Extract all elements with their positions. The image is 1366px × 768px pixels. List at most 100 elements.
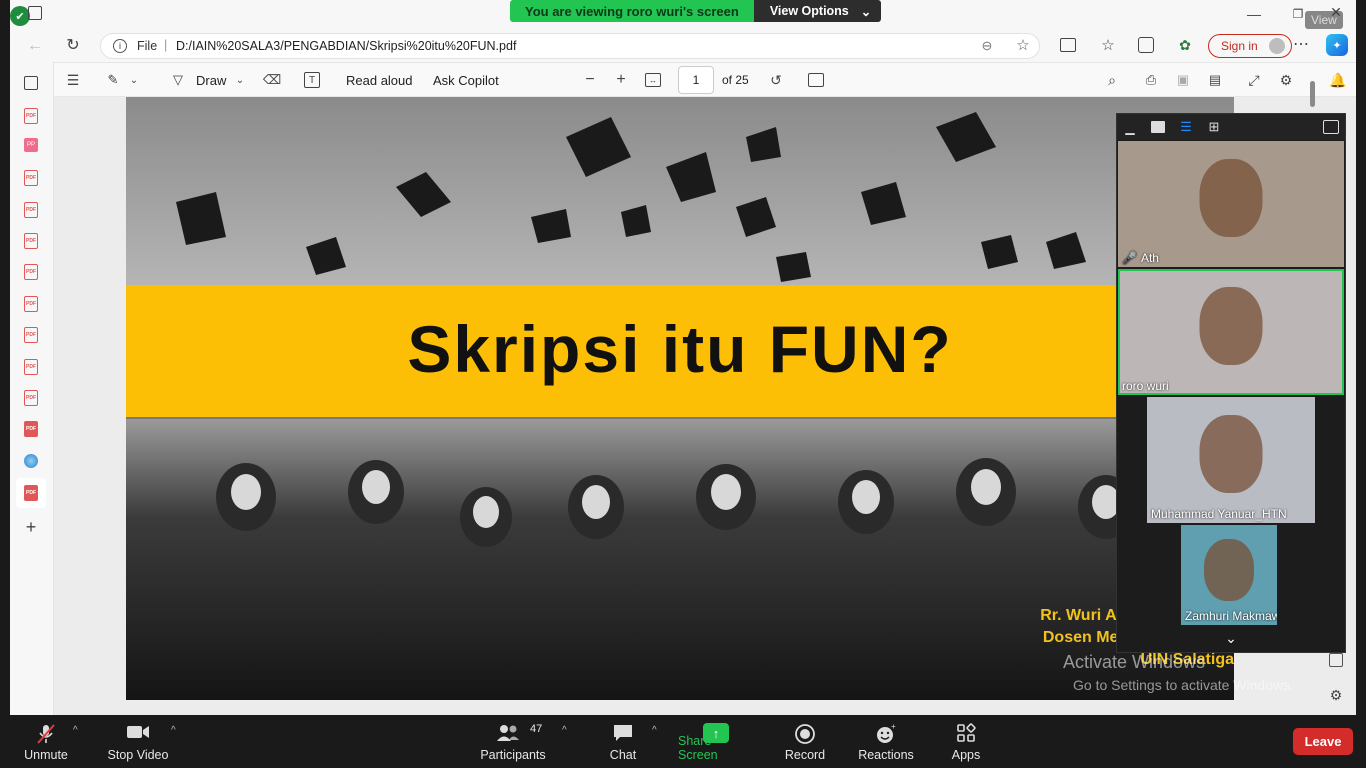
participants-options-chevron-icon[interactable]: ^: [562, 725, 567, 736]
audio-options-chevron-icon[interactable]: ^: [73, 725, 78, 736]
draw-icon[interactable]: ▽: [170, 72, 186, 88]
notifications-bell-icon[interactable]: 🔔: [1329, 72, 1346, 88]
sidebar-settings-icon[interactable]: ⚙: [1328, 687, 1344, 703]
active-tab[interactable]: PDF: [16, 478, 46, 508]
participant-video-tile[interactable]: Zamhuri Makmawi HTN 22: [1181, 525, 1277, 625]
participant-video-tile[interactable]: Muhammad Yanuar_HTN: [1147, 397, 1315, 523]
participant-video-tile[interactable]: 🎤 Ath: [1118, 141, 1344, 267]
pdf-tab-icon[interactable]: PDF: [24, 327, 38, 343]
print-icon[interactable]: ⎙: [1143, 72, 1159, 88]
view-options-button[interactable]: View Options ⌄: [753, 0, 882, 22]
ask-copilot-button[interactable]: Ask Copilot: [433, 73, 499, 88]
apps-grid-icon: [957, 723, 976, 742]
record-button[interactable]: Record: [782, 715, 828, 768]
tab-panel-icon[interactable]: [24, 76, 38, 90]
minimize-video-icon[interactable]: ▁: [1123, 121, 1137, 135]
tab-actions-icon[interactable]: [28, 6, 42, 20]
view-button[interactable]: View: [1305, 11, 1343, 29]
unmute-button[interactable]: Unmute: [18, 715, 74, 768]
participant-video-tile[interactable]: roro wuri: [1118, 269, 1344, 395]
share-screen-button[interactable]: ↑ Share Screen: [678, 715, 754, 768]
pdf-tab-icon[interactable]: PDF: [24, 108, 38, 124]
page-view-icon[interactable]: [808, 73, 824, 87]
pdf-tab-icon[interactable]: PDF: [24, 359, 38, 375]
video-options-chevron-icon[interactable]: ^: [171, 725, 176, 736]
participant-video-feed: [1199, 158, 1263, 237]
eraser-icon[interactable]: ⌫: [263, 72, 281, 88]
settings-gear-icon[interactable]: ⚙: [1278, 72, 1294, 88]
participant-name: Zamhuri Makmawi HTN 22: [1185, 609, 1277, 623]
signin-button[interactable]: Sign in: [1208, 34, 1292, 58]
share-banner: You are viewing roro wuri's screen View …: [510, 0, 882, 22]
stop-video-button[interactable]: Stop Video: [104, 715, 172, 768]
chat-button[interactable]: Chat: [604, 715, 642, 768]
page-number-input[interactable]: 1: [678, 66, 714, 94]
restore-icon[interactable]: ❐: [1290, 6, 1306, 22]
participant-name-label: Muhammad Yanuar_HTN: [1151, 507, 1287, 521]
sidebar-toggle-icon[interactable]: [1329, 653, 1343, 667]
edge-tab-icon[interactable]: [24, 454, 38, 468]
url-field[interactable]: i File | D:/IAIN%20SALA3/PENGABDIAN/Skri…: [100, 33, 1040, 59]
gallery-toolbar: ▁ ☰ ⊞: [1117, 114, 1345, 140]
info-icon[interactable]: i: [113, 39, 127, 53]
muted-microphone-icon: 🎤: [1122, 251, 1137, 265]
chevron-down-icon: ⌄: [860, 5, 872, 19]
tab-favicon-icon[interactable]: PP: [24, 138, 38, 152]
search-icon[interactable]: ⌕: [1104, 72, 1120, 88]
gallery-view-icon[interactable]: ⊞: [1207, 119, 1221, 134]
zoom-out-button[interactable]: −: [582, 71, 598, 88]
chat-options-chevron-icon[interactable]: ^: [652, 725, 657, 736]
fit-width-icon[interactable]: ↔: [645, 73, 661, 87]
pdf-tab-icon[interactable]: PDF: [24, 264, 38, 280]
shield-check-icon[interactable]: ✔: [10, 6, 30, 26]
refresh-icon[interactable]: ↻: [64, 36, 82, 54]
reactions-smiley-icon: +: [877, 723, 896, 743]
reactions-button[interactable]: + Reactions: [856, 715, 916, 768]
copilot-icon[interactable]: ✦: [1326, 34, 1348, 56]
participant-name-label: roro wuri: [1122, 379, 1169, 393]
draw-chevron-icon[interactable]: ⌄: [234, 74, 246, 86]
pdf-tab-icon[interactable]: PDF: [24, 296, 38, 312]
record-label: Record: [784, 748, 826, 762]
fullscreen-icon[interactable]: ⤢: [1246, 72, 1262, 88]
pdf-tab-icon[interactable]: PDF: [24, 170, 38, 186]
split-screen-icon[interactable]: [1060, 38, 1076, 52]
save-icon[interactable]: ▣: [1175, 72, 1191, 88]
view-options-label: View Options: [769, 4, 849, 18]
contents-list-icon[interactable]: ☰: [65, 72, 81, 88]
zoom-out-icon[interactable]: ⊖: [979, 38, 995, 54]
pop-out-icon[interactable]: [1323, 120, 1339, 134]
collections-icon[interactable]: [1138, 37, 1154, 53]
favorites-icon[interactable]: ☆: [1099, 36, 1117, 54]
reactions-label: Reactions: [858, 748, 914, 762]
participants-button[interactable]: 47 Participants: [478, 715, 548, 768]
new-tab-plus-icon[interactable]: +: [22, 517, 40, 537]
highlight-icon[interactable]: ✎: [105, 72, 121, 88]
read-aloud-button[interactable]: Read aloud: [346, 73, 413, 88]
zoom-in-button[interactable]: +: [613, 71, 629, 88]
pdf-tab-icon[interactable]: PDF: [24, 421, 38, 437]
back-arrow-icon[interactable]: ←: [26, 37, 44, 55]
scroll-down-chevron-icon[interactable]: ⌄: [1223, 630, 1239, 646]
apps-button[interactable]: Apps: [948, 715, 984, 768]
speaker-view-icon[interactable]: [1151, 121, 1165, 133]
scrollbar-thumb[interactable]: [1310, 81, 1315, 107]
pdf-tab-icon[interactable]: PDF: [24, 233, 38, 249]
strip-view-icon[interactable]: ☰: [1179, 119, 1193, 134]
leave-button[interactable]: Leave: [1293, 728, 1353, 755]
participants-count: 47: [530, 723, 543, 735]
video-camera-icon: [127, 726, 149, 738]
pdf-tab-icon[interactable]: PDF: [24, 202, 38, 218]
rotate-icon[interactable]: ↺: [768, 72, 784, 88]
stop-video-label: Stop Video: [107, 748, 169, 762]
save-as-icon[interactable]: ▤: [1207, 72, 1223, 88]
minimize-icon[interactable]: —: [1246, 6, 1262, 22]
favorite-star-icon[interactable]: ☆: [1015, 37, 1031, 54]
more-menu-icon[interactable]: ⋯: [1292, 35, 1310, 53]
participant-name-label: Zamhuri Makmawi HTN 22: [1185, 609, 1277, 623]
highlight-chevron-icon[interactable]: ⌄: [128, 74, 140, 86]
extensions-icon[interactable]: ✿: [1176, 36, 1194, 54]
text-box-icon[interactable]: T: [304, 72, 320, 88]
draw-button[interactable]: Draw: [196, 73, 226, 88]
pdf-tab-icon[interactable]: PDF: [24, 390, 38, 406]
